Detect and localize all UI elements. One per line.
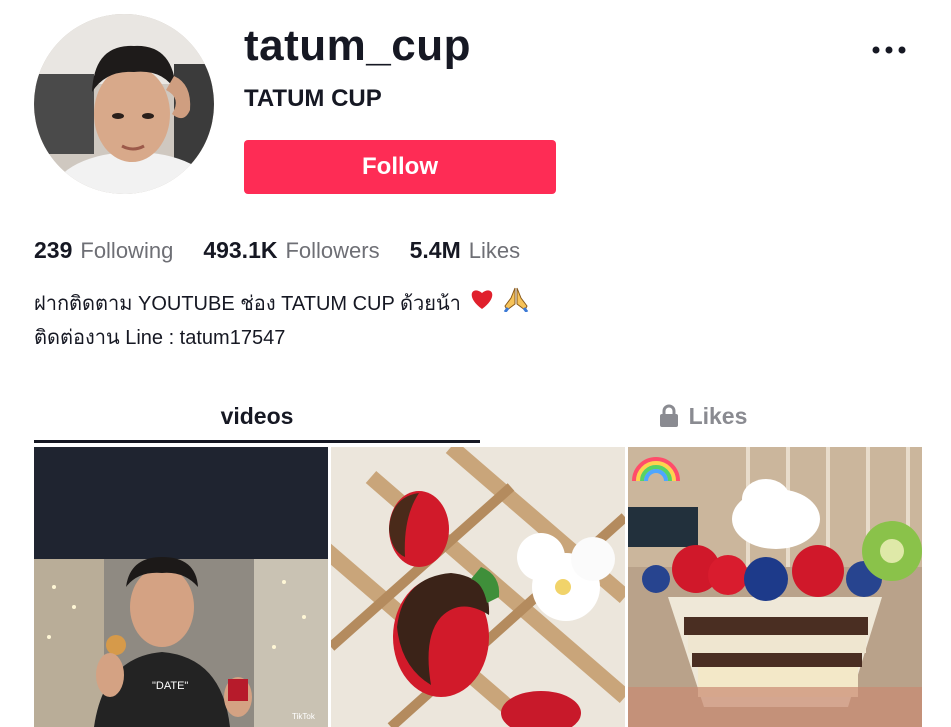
stat-label: Likes <box>468 238 521 263</box>
video-grid: "DATE" TikTok <box>34 447 922 727</box>
bio: ฝากติดตาม YOUTUBE ช่อง TATUM CUP ด้วยน้า… <box>34 286 529 354</box>
tab-videos[interactable]: videos <box>34 392 480 440</box>
stat-value: 239 <box>34 237 73 263</box>
shirt-text: "DATE" <box>152 680 188 692</box>
bio-text: ติดต่องาน Line : tatum17547 <box>34 327 286 349</box>
bio-line: ฝากติดตาม YOUTUBE ช่อง TATUM CUP ด้วยน้า <box>34 286 529 322</box>
red-heart-emoji <box>469 287 495 321</box>
stat-label: Following <box>80 238 174 263</box>
profile-tabs: videos Likes <box>34 392 926 444</box>
bio-text: ฝากติดตาม YOUTUBE ช่อง TATUM CUP ด้วยน้า <box>34 293 461 315</box>
stat-followers[interactable]: 493.1K Followers <box>203 234 379 267</box>
username: tatum_cup <box>244 21 471 70</box>
tab-label: videos <box>220 402 294 429</box>
follow-button[interactable]: Follow <box>244 140 556 194</box>
more-horizontal-icon <box>872 46 906 54</box>
video-thumbnail-image: "DATE" TikTok <box>34 447 328 727</box>
stat-value: 493.1K <box>203 237 278 263</box>
avatar[interactable] <box>34 14 214 194</box>
more-options-button[interactable] <box>866 32 912 68</box>
profile-stats: 239 Following 493.1K Followers 5.4M Like… <box>34 234 550 267</box>
video-thumbnail-image <box>331 447 625 727</box>
video-thumbnail[interactable]: "DATE" TikTok <box>34 447 328 727</box>
lock-icon <box>659 404 679 428</box>
stat-label: Followers <box>285 238 380 263</box>
video-thumbnail-image <box>628 447 922 727</box>
stat-likes: 5.4M Likes <box>410 234 521 267</box>
video-thumbnail[interactable] <box>628 447 922 727</box>
folded-hands-emoji <box>503 286 529 322</box>
stat-following[interactable]: 239 Following <box>34 234 173 267</box>
tiktok-watermark: TikTok <box>292 712 316 721</box>
video-thumbnail[interactable] <box>331 447 625 727</box>
tab-label: Likes <box>688 402 748 429</box>
bio-line: ติดต่องาน Line : tatum17547 <box>34 322 529 354</box>
stat-value: 5.4M <box>409 237 461 263</box>
active-tab-indicator <box>34 440 480 443</box>
nickname: TATUM CUP <box>244 85 382 112</box>
tab-likes[interactable]: Likes <box>480 392 926 440</box>
avatar-photo <box>34 14 214 194</box>
